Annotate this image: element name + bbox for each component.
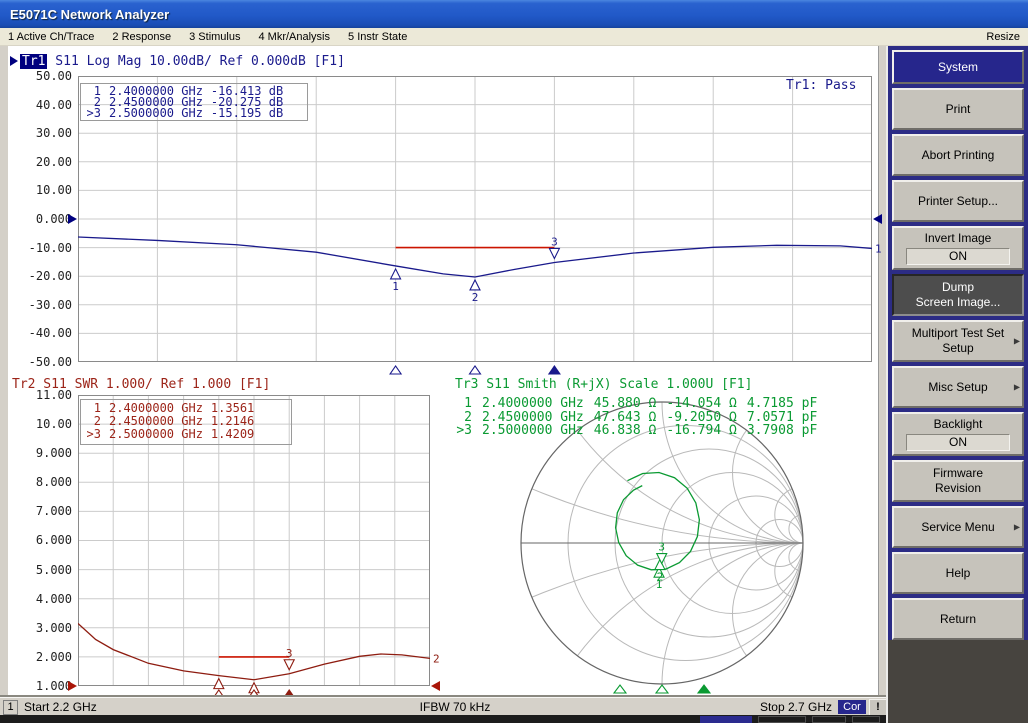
tr1-y-tick: 50.00 bbox=[36, 69, 72, 83]
tr2-y-tick: 10.00 bbox=[36, 417, 72, 431]
tr2-y-tick: 2.000 bbox=[36, 650, 72, 664]
tr2-y-tick: 3.000 bbox=[36, 621, 72, 635]
softkey-button[interactable]: Invert Image ON bbox=[892, 226, 1024, 270]
tr1-limit-test-result: Tr1: Pass bbox=[786, 78, 856, 93]
tr1-y-axis: 50.00 40.00 30.00 20.00 10.00 0.000 -10.00 -20.… bbox=[26, 69, 72, 369]
tr1-plot: 1 1 2 3 bbox=[78, 76, 888, 378]
tr2-y-tick: 4.000 bbox=[36, 592, 72, 606]
tr2-ref-level-marker-right bbox=[431, 681, 440, 691]
stop-frequency: Stop 2.7 GHz bbox=[760, 700, 832, 714]
menubar: 1 Active Ch/Trace 2 Response 3 Stimulus 4 M… bbox=[0, 28, 1028, 46]
tr2-y-tick: 7.000 bbox=[36, 504, 72, 518]
softkey-button[interactable]: Backlight ON bbox=[892, 412, 1024, 456]
tr3-label: Tr3 bbox=[455, 377, 478, 392]
menu-item[interactable]: 4 Mkr/Analysis bbox=[258, 31, 330, 43]
tr3-smith-chart: 123 bbox=[440, 393, 885, 695]
softkey-button[interactable]: Abort Printing bbox=[892, 134, 1024, 176]
menu-item[interactable]: 1 Active Ch/Trace bbox=[8, 31, 94, 43]
tr2-ref-level-marker-left bbox=[68, 681, 77, 691]
svg-text:2: 2 bbox=[472, 291, 479, 304]
start-frequency: Start 2.2 GHz bbox=[24, 700, 97, 714]
taskbar-strip bbox=[0, 715, 1028, 723]
svg-text:3: 3 bbox=[658, 541, 665, 554]
tr3-params: S11 Smith (R+jX) Scale 1.000U [F1] bbox=[478, 377, 752, 392]
softkey-button[interactable]: Service Menu ▶ bbox=[892, 506, 1024, 548]
tr1-marker-row: >3 2.5000000 GHz -15.195 dB bbox=[81, 108, 307, 119]
tr2-marker-table: 1 2.4000000 GHz 1.3561 2 2.4500000 GHz 1… bbox=[80, 399, 292, 445]
taskbar-segment bbox=[758, 716, 806, 723]
svg-text:2: 2 bbox=[433, 652, 440, 665]
softkey-button[interactable]: Multiport Test Set Setup ▶ bbox=[892, 320, 1024, 362]
svg-text:1: 1 bbox=[875, 242, 882, 255]
alert-button[interactable]: ! bbox=[869, 699, 887, 716]
tr1-y-tick: -10.00 bbox=[29, 241, 72, 255]
softkey-button[interactable]: Firmware Revision bbox=[892, 460, 1024, 502]
tr2-y-tick: 5.000 bbox=[36, 563, 72, 577]
tr2-marker-row: >3 2.5000000 GHz 1.4209 bbox=[81, 428, 291, 441]
menu-item[interactable]: 3 Stimulus bbox=[189, 31, 240, 43]
tr1-y-tick: -40.00 bbox=[29, 326, 72, 340]
menu-items: 1 Active Ch/Trace 2 Response 3 Stimulus 4 M… bbox=[8, 31, 407, 43]
svg-text:3: 3 bbox=[551, 235, 558, 248]
statusbar: 1 Start 2.2 GHz IFBW 70 kHz Stop 2.7 GHz… bbox=[0, 697, 890, 716]
taskbar-segment bbox=[700, 716, 752, 723]
tr1-params: S11 Log Mag 10.00dB/ Ref 0.000dB [F1] bbox=[47, 54, 344, 69]
softkey-button[interactable]: System bbox=[892, 50, 1024, 84]
softkey-stack: System Print Abort Printing bbox=[888, 46, 1028, 640]
softkey-button[interactable]: Misc Setup ▶ bbox=[892, 366, 1024, 408]
softkey-button[interactable]: Help bbox=[892, 552, 1024, 594]
tr1-y-tick: 30.00 bbox=[36, 126, 72, 140]
tr3-header[interactable]: Tr3 S11 Smith (R+jX) Scale 1.000U [F1] bbox=[455, 377, 752, 391]
softkey-button[interactable]: Print bbox=[892, 88, 1024, 130]
tr3-marker-row: 1 2.4000000 GHz 45.880 Ω -14.054 Ω 4.718… bbox=[452, 397, 817, 411]
tr1-y-tick: 0.000 bbox=[36, 212, 72, 226]
active-trace-arrow-icon bbox=[10, 56, 18, 66]
menu-resize[interactable]: Resize bbox=[986, 31, 1020, 43]
e5071c-screen: E5071C Network Analyzer 1 Active Ch/Trac… bbox=[0, 0, 1028, 723]
tr3-marker-row: >3 2.5000000 GHz 46.838 Ω -16.794 Ω 3.79… bbox=[452, 424, 817, 438]
tr3-marker-table: 1 2.4000000 GHz 45.880 Ω -14.054 Ω 4.718… bbox=[452, 397, 817, 438]
tr2-y-tick: 6.000 bbox=[36, 533, 72, 547]
tr1-ref-level-marker-right bbox=[873, 214, 882, 224]
tr1-header[interactable]: Tr1 S11 Log Mag 10.00dB/ Ref 0.000dB [F1… bbox=[10, 54, 345, 68]
tr2-y-tick: 9.000 bbox=[36, 446, 72, 460]
menu-item[interactable]: 5 Instr State bbox=[348, 31, 407, 43]
taskbar-segment bbox=[852, 716, 880, 723]
tr1-marker-table: 1 2.4000000 GHz -16.413 dB 2 2.4500000 G… bbox=[80, 83, 308, 121]
tr2-y-tick: 1.000 bbox=[36, 679, 72, 693]
softkey-button[interactable]: Return bbox=[892, 598, 1024, 640]
submenu-arrow-icon: ▶ bbox=[1014, 523, 1020, 532]
titlebar[interactable]: E5071C Network Analyzer bbox=[0, 0, 1028, 28]
submenu-arrow-icon: ▶ bbox=[1014, 337, 1020, 346]
tr1-y-tick: 10.00 bbox=[36, 183, 72, 197]
svg-text:3: 3 bbox=[286, 647, 293, 660]
window-title: E5071C Network Analyzer bbox=[10, 7, 169, 22]
tr3-marker-row: 2 2.4500000 GHz 47.643 Ω -9.2050 Ω 7.057… bbox=[452, 411, 817, 425]
tr1-y-tick: 20.00 bbox=[36, 155, 72, 169]
ifbw-indicator: IFBW 70 kHz bbox=[408, 700, 502, 714]
softkey-sidebar: System Print Abort Printing bbox=[886, 46, 1028, 723]
tr1-y-tick: -50.00 bbox=[29, 355, 72, 369]
tr1-ref-level-marker-left bbox=[68, 214, 77, 224]
svg-text:1: 1 bbox=[392, 280, 399, 293]
menu-item[interactable]: 2 Response bbox=[112, 31, 171, 43]
softkey-button[interactable]: Printer Setup... bbox=[892, 180, 1024, 222]
tr1-y-tick: -30.00 bbox=[29, 298, 72, 312]
tr2-y-tick: 8.000 bbox=[36, 475, 72, 489]
tr1-y-tick: -20.00 bbox=[29, 269, 72, 283]
taskbar-segment bbox=[812, 716, 846, 723]
tr1-label: Tr1 bbox=[20, 54, 47, 69]
tr1-y-tick: 40.00 bbox=[36, 98, 72, 112]
channel-indicator: 1 bbox=[3, 700, 18, 715]
softkey-button[interactable]: Dump Screen Image... bbox=[892, 274, 1024, 316]
tr2-y-tick: 11.00 bbox=[36, 388, 72, 402]
svg-text:2: 2 bbox=[657, 571, 664, 584]
submenu-arrow-icon: ▶ bbox=[1014, 383, 1020, 392]
tr2-y-axis: 11.00 10.00 9.000 8.000 7.000 6.000 5.000 4.000… bbox=[26, 388, 72, 693]
correction-badge: Cor bbox=[838, 700, 866, 714]
